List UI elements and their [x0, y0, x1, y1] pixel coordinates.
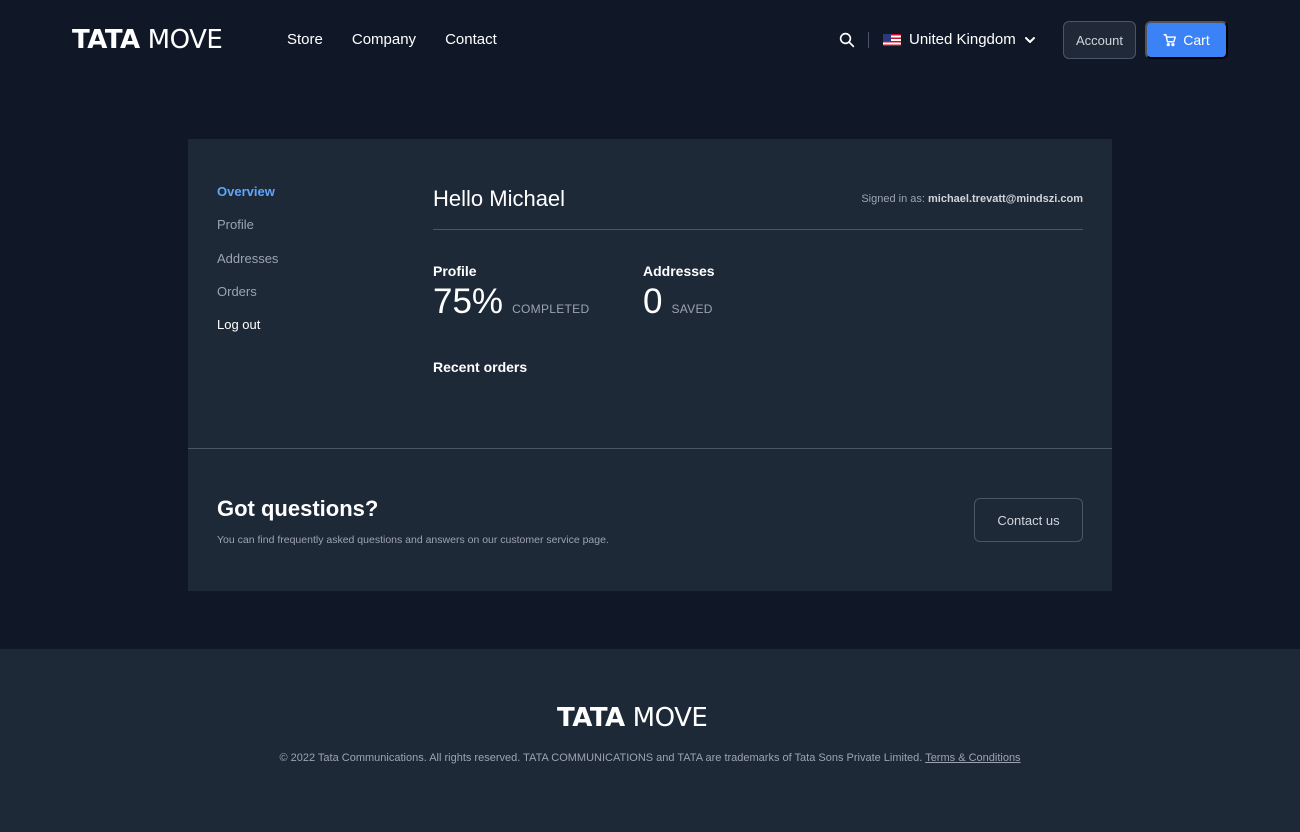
contact-us-button[interactable]: Contact us — [974, 498, 1083, 542]
account-card: Overview Profile Addresses Orders Log ou… — [188, 139, 1112, 591]
header-logo[interactable]: TATA MOVE — [72, 25, 223, 55]
sidebar-item-orders[interactable]: Orders — [217, 283, 278, 301]
questions-text: You can find frequently asked questions … — [217, 534, 609, 546]
profile-stat-value: 75% — [433, 282, 504, 321]
copyright-text: © 2022 Tata Communications. All rights r… — [0, 751, 1300, 765]
search-icon[interactable] — [838, 31, 856, 49]
main-nav: Store Company Contact — [287, 30, 497, 50]
header-divider — [868, 32, 869, 48]
chevron-down-icon — [1024, 37, 1035, 43]
copyright-statement: © 2022 Tata Communications. All rights r… — [279, 752, 923, 764]
sidebar-item-overview[interactable]: Overview — [217, 183, 278, 201]
addresses-stat: Addresses 0 SAVED — [643, 262, 715, 322]
terms-link[interactable]: Terms & Conditions — [925, 752, 1020, 764]
account-sidebar: Overview Profile Addresses Orders Log ou… — [217, 183, 278, 349]
recent-orders-heading: Recent orders — [433, 359, 528, 375]
logo-move: MOVE — [147, 25, 223, 55]
addresses-stat-value: 0 — [643, 282, 663, 321]
profile-stat: Profile 75% COMPLETED — [433, 262, 589, 322]
cart-icon — [1163, 34, 1177, 47]
signed-in-email: michael.trevatt@mindszi.com — [928, 193, 1083, 205]
country-label: United Kingdom — [909, 31, 1016, 48]
logo-tata: TATA — [72, 25, 140, 55]
sidebar-item-logout[interactable]: Log out — [217, 316, 278, 334]
footer-logo-move: MOVE — [632, 703, 708, 733]
nav-company[interactable]: Company — [352, 30, 416, 50]
country-selector[interactable]: United Kingdom — [883, 30, 1036, 50]
cart-label: Cart — [1183, 32, 1210, 48]
card-divider — [188, 448, 1112, 449]
footer-logo-tata: TATA — [557, 703, 625, 733]
overview-divider — [433, 229, 1083, 230]
cart-button[interactable]: Cart — [1145, 21, 1228, 59]
footer-logo[interactable]: TATA MOVE — [557, 703, 708, 733]
site-footer: TATA MOVE © 2022 Tata Communications. Al… — [0, 649, 1300, 832]
nav-store[interactable]: Store — [287, 30, 323, 50]
addresses-stat-label: Addresses — [643, 263, 715, 279]
sidebar-item-profile[interactable]: Profile — [217, 216, 278, 234]
questions-title: Got questions? — [217, 496, 379, 521]
flag-icon — [883, 34, 901, 46]
profile-stat-unit: COMPLETED — [512, 302, 590, 316]
page-title: Hello Michael — [433, 186, 566, 211]
addresses-stat-unit: SAVED — [671, 302, 713, 316]
sidebar-item-addresses[interactable]: Addresses — [217, 250, 278, 268]
profile-stat-label: Profile — [433, 263, 477, 279]
nav-contact[interactable]: Contact — [445, 30, 497, 50]
site-header: TATA MOVE Store Company Contact United K… — [0, 0, 1300, 80]
account-button[interactable]: Account — [1063, 21, 1136, 59]
signed-in-label: Signed in as: — [861, 193, 925, 205]
signed-in-info: Signed in as: michael.trevatt@mindszi.co… — [861, 191, 1083, 207]
